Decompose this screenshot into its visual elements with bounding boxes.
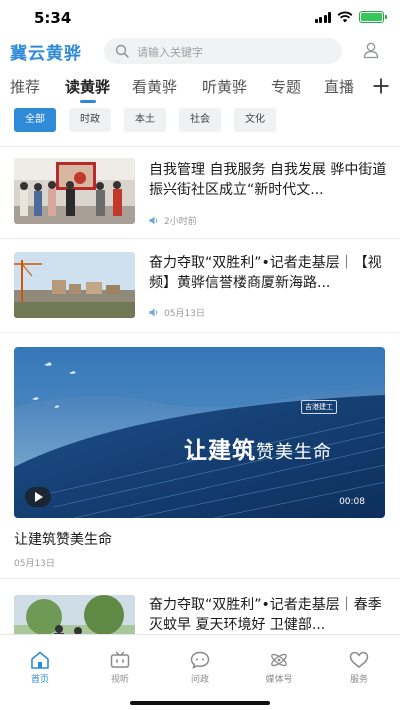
battery-icon <box>359 11 387 23</box>
app-header: 冀云黄骅 请输入关键字 <box>0 36 400 68</box>
chip-society[interactable]: 社会 <box>179 108 221 132</box>
chip-culture[interactable]: 文化 <box>234 108 276 132</box>
news-item[interactable]: 奋力夺取“双胜利”•记者走基层｜春季灭蚊早 夏天环境好 卫健部... <box>0 579 400 661</box>
add-channel-icon[interactable] <box>372 77 390 95</box>
status-icons <box>314 11 387 23</box>
tab-live[interactable]: 直播 <box>324 76 354 97</box>
nav-label: 视听 <box>110 675 129 685</box>
nav-label: 首页 <box>30 675 49 685</box>
app-logo: 冀云黄骅 <box>10 44 82 64</box>
chat-bubble-icon <box>190 651 210 669</box>
search-input[interactable]: 请输入关键字 <box>104 38 342 64</box>
chip-local[interactable]: 本土 <box>124 108 166 132</box>
channel-tabs: 推荐 读黄骅 看黄骅 听黄骅 专题 直播 <box>0 72 400 104</box>
news-title: 奋力夺取“双胜利”•记者走基层｜春季灭蚊早 夏天环境好 卫健部... <box>149 597 382 633</box>
nav-inquiry[interactable]: 问政 <box>170 651 230 685</box>
nav-label: 问政 <box>190 675 209 685</box>
atom-icon <box>271 653 287 667</box>
tab-read-huanghua[interactable]: 读黄骅 <box>65 76 110 97</box>
news-item[interactable]: 奋力夺取“双胜利”•记者走基层｜【视频】黄骅信誉楼商厦新海路... 05月13日 <box>0 239 400 331</box>
tab-watch-huanghua[interactable]: 看黄骅 <box>132 76 177 97</box>
video-player[interactable]: 让建筑赞美生命 吉港建工 00:08 <box>14 347 385 518</box>
home-icon <box>31 651 49 669</box>
tab-topics[interactable]: 专题 <box>271 76 301 97</box>
search-placeholder: 请输入关键字 <box>137 46 203 59</box>
category-filter: 全部 时政 本土 社会 文化 <box>0 108 400 132</box>
nav-home[interactable]: 首页 <box>10 651 70 685</box>
status-bar: 5:34 <box>0 0 400 34</box>
news-thumbnail <box>14 158 135 224</box>
video-watermark-logo: 吉港建工 <box>301 400 337 414</box>
video-duration: 00:08 <box>339 497 365 507</box>
search-icon <box>115 44 129 58</box>
news-thumbnail <box>14 252 135 318</box>
news-meta: 05月13日 <box>149 306 205 319</box>
bottom-navigation: 首页 视听 问政 媒体号 服务 <box>0 634 400 710</box>
news-title: 奋力夺取“双胜利”•记者走基层｜【视频】黄骅信誉楼商厦新海路... <box>149 255 382 291</box>
tab-recommend[interactable]: 推荐 <box>10 76 40 97</box>
play-button[interactable] <box>25 487 51 507</box>
video-date: 05月13日 <box>14 559 55 569</box>
news-time: 05月13日 <box>164 309 205 319</box>
nav-services[interactable]: 服务 <box>329 651 389 685</box>
heart-icon <box>349 651 369 668</box>
nav-audio-video[interactable]: 视听 <box>90 651 150 685</box>
active-tab-indicator <box>80 100 96 103</box>
wifi-icon <box>337 11 353 23</box>
user-profile-icon[interactable] <box>362 41 380 59</box>
nav-label: 媒体号 <box>265 675 293 685</box>
news-item[interactable]: 自我管理 自我服务 自我发展 骅中街道振兴街社区成立“新时代文... 2小时前 <box>0 146 400 238</box>
home-indicator <box>130 701 270 705</box>
chip-all[interactable]: 全部 <box>14 108 56 132</box>
tv-icon <box>110 651 130 668</box>
chip-politics[interactable]: 时政 <box>69 108 111 132</box>
cellular-signal-icon <box>314 11 331 23</box>
news-time: 2小时前 <box>164 217 197 227</box>
nav-label: 服务 <box>349 675 368 685</box>
video-caption: 让建筑赞美生命 <box>184 438 332 464</box>
nav-media-accounts[interactable]: 媒体号 <box>249 651 309 685</box>
video-news-item[interactable]: 让建筑赞美生命 吉港建工 00:08 让建筑赞美生命 05月13日 <box>0 333 400 578</box>
news-meta: 2小时前 <box>149 214 197 227</box>
video-title: 让建筑赞美生命 <box>14 532 112 548</box>
audio-speaker-icon[interactable] <box>149 308 159 317</box>
status-time: 5:34 <box>34 9 72 27</box>
audio-speaker-icon[interactable] <box>149 216 159 225</box>
app-screen: 5:34 冀云黄骅 请输入关键字 推荐 读黄骅 看黄骅 听黄骅 专题 直播 全部… <box>0 0 400 710</box>
tab-listen-huanghua[interactable]: 听黄骅 <box>202 76 247 97</box>
news-title: 自我管理 自我服务 自我发展 骅中街道振兴街社区成立“新时代文... <box>149 162 387 198</box>
